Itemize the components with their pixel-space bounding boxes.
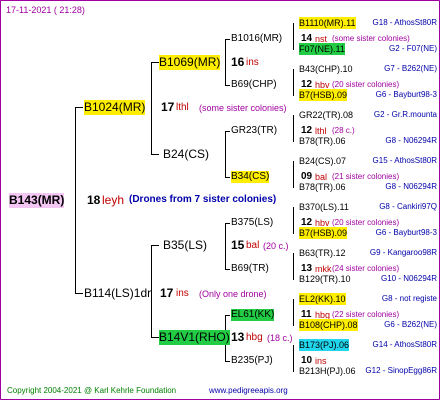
connector: [293, 299, 294, 326]
connector: [293, 161, 294, 188]
connector: [225, 131, 226, 177]
gen4-origin: G8 - not registe: [381, 294, 437, 303]
gen4-queen-name[interactable]: B7(HSB).09: [299, 227, 348, 239]
gen3-queen-name[interactable]: B235(PJ): [231, 355, 273, 367]
gen4-origin: G8 - N06294R: [385, 136, 437, 145]
connector: [225, 131, 230, 132]
connector: [225, 177, 230, 178]
gen4-origin: G8 - Cankiri97Q: [379, 202, 437, 211]
gen4-origin: G18 - AthosSt80R: [372, 18, 437, 27]
gen4-queen-name[interactable]: GR22(TR).08: [299, 109, 353, 121]
gen4-origin: G12 - SinopEgg86R: [365, 366, 437, 375]
gen2-queen-code: hbg: [246, 332, 263, 343]
gen1-queen-name[interactable]: B1024(MR): [84, 100, 146, 115]
gen3-queen-name[interactable]: B69(TR): [231, 263, 269, 275]
connector: [225, 39, 230, 40]
gen2-queen-name[interactable]: B24(CS): [163, 147, 209, 162]
gen3-queen-name[interactable]: B69(CHP): [231, 79, 277, 91]
queen-root-code: leyh: [102, 193, 125, 207]
gen3-queen-name[interactable]: B375(LS): [231, 217, 273, 229]
gen3-queen-name[interactable]: EL61(KK): [231, 309, 275, 321]
queen-root-name[interactable]: B143(MR): [9, 193, 65, 208]
gen2-queen-note: (18 c.): [267, 333, 293, 343]
gen4-queen-name[interactable]: B78(TR).06: [299, 135, 346, 147]
connector: [225, 269, 230, 270]
gen1-queen-name[interactable]: B114(LS)1dr: [84, 286, 151, 301]
gen4-queen-name[interactable]: B43(CHP).10: [299, 63, 353, 75]
connector: [151, 337, 159, 338]
gen4-origin: G2 - Gr.R.mounta: [373, 110, 437, 119]
gen4-queen-name[interactable]: B129(TR).10: [299, 273, 351, 285]
queen-root-note: (Drones from 7 sister colonies): [129, 194, 277, 205]
connector: [225, 361, 230, 362]
gen3-queen-name[interactable]: B34(CS): [231, 171, 270, 183]
gen2-queen-note: (20 c.): [263, 241, 289, 251]
gen1-queen-note: (Only one drone): [199, 289, 267, 299]
connector: [293, 253, 294, 280]
gen2-queen-number: 13: [231, 330, 245, 344]
connector: [225, 223, 226, 269]
gen4-origin: G6 - Bayburt98-3: [375, 228, 437, 237]
gen4-origin: G14 - AthosSt80R: [372, 340, 437, 349]
gen4-queen-name[interactable]: B1110(MR).11: [299, 17, 356, 29]
gen4-origin: G2 - F07(NE): [388, 44, 437, 53]
gen2-queen-code: bal: [246, 240, 260, 251]
connector: [293, 345, 294, 372]
date-stamp: 17-11-2021 ( 21:28): [6, 5, 85, 15]
gen4-queen-name[interactable]: B173(PJ).06: [299, 339, 350, 351]
pedigree-frame: 17-11-2021 ( 21:28) B143(MR) 18 leyh (Dr…: [0, 0, 440, 400]
site-link[interactable]: www.pedigreeapis.org: [209, 386, 288, 396]
gen2-queen-name[interactable]: B1069(MR): [159, 55, 221, 70]
gen4-origin: G6 - B262(NE): [384, 320, 437, 329]
queen-root-number: 18: [87, 193, 101, 207]
gen1-queen-note: (some sister colonies): [199, 103, 287, 113]
connector: [151, 245, 159, 246]
gen4-queen-name[interactable]: B63(TR).12: [299, 247, 346, 259]
connector: [293, 115, 294, 142]
gen4-queen-name[interactable]: B108(CHP).08: [299, 319, 358, 331]
connector: [225, 85, 230, 86]
connector: [75, 107, 76, 293]
gen2-queen-name[interactable]: B14V1(RHO): [159, 330, 230, 345]
gen4-queen-name[interactable]: EL2(KK).10: [299, 293, 346, 305]
gen4-queen-name[interactable]: F07(NE).11: [299, 43, 345, 55]
gen4-origin: G9 - Kangaroo98R: [369, 248, 437, 257]
connector: [225, 39, 226, 85]
connector: [75, 107, 83, 108]
connector: [151, 154, 159, 155]
gen4-queen-name[interactable]: B78(TR).06: [299, 181, 346, 193]
gen4-queen-name[interactable]: B24(CS).07: [299, 155, 346, 167]
connector: [151, 62, 152, 154]
gen4-origin: G15 - AthosSt80R: [372, 156, 437, 165]
copyright-text: Copyright 2004-2021 @ Karl Kehrle Founda…: [7, 386, 177, 395]
connector: [151, 62, 159, 63]
connector: [293, 207, 294, 234]
gen4-origin: G10 - N06294R: [380, 274, 437, 283]
gen4-origin: G7 - B262(NE): [384, 64, 437, 73]
gen1-queen-code: ins: [176, 288, 189, 299]
gen1-queen-number: 17: [161, 100, 175, 114]
gen3-queen-name[interactable]: GR23(TR): [231, 125, 277, 137]
gen1-queen-number: 17: [160, 286, 174, 300]
connector: [293, 69, 294, 96]
gen4-queen-name[interactable]: B213H(PJ).06: [299, 365, 356, 377]
connector: [225, 315, 230, 316]
connector: [75, 293, 83, 294]
gen2-queen-number: 16: [231, 55, 245, 69]
connector: [225, 223, 230, 224]
gen3-queen-name[interactable]: B1016(MR): [231, 33, 282, 45]
gen2-queen-name[interactable]: B35(LS): [163, 238, 207, 253]
gen2-queen-code: ins: [246, 57, 259, 68]
gen4-queen-name[interactable]: B7(HSB).09: [299, 89, 348, 101]
connector: [293, 23, 294, 50]
gen1-queen-code: lthl: [176, 102, 189, 113]
gen4-origin: G8 - N06294R: [385, 182, 437, 191]
gen2-queen-number: 15: [231, 238, 245, 252]
gen4-origin: G6 - Bayburt98-3: [375, 90, 437, 99]
gen4-queen-name[interactable]: B370(LS).11: [299, 201, 349, 213]
